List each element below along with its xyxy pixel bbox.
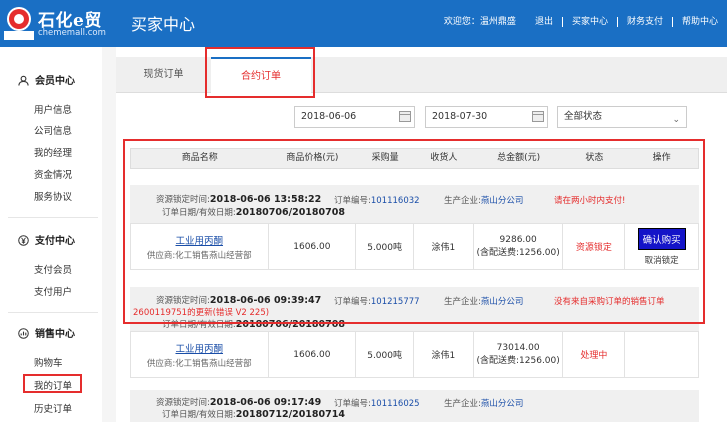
sidebar: 会员中心 用户信息 公司信息 我的经理 资金情况 服务协议 支付中心 支付会员 … [0, 47, 102, 422]
product-link[interactable]: 工业用丙酮 [176, 341, 224, 355]
user-icon [18, 75, 29, 86]
producer: 生产企业:燕山分公司 [444, 399, 524, 409]
sidebar-item-payment-member[interactable]: 支付会员 [34, 262, 72, 276]
start-date-value: 2018-06-06 [301, 111, 357, 122]
receiver-cell: 涂伟1 [414, 332, 474, 377]
calendar-icon[interactable] [399, 111, 411, 122]
product-cell: 工业用丙酮 供应商:化工销售燕山经营部 [131, 332, 269, 377]
sidebar-item-cart[interactable]: 购物车 [34, 355, 63, 369]
supplier: 供应商:化工销售燕山经营部 [146, 358, 252, 369]
sidebar-section-title: 销售中心 [35, 329, 75, 340]
buyer-center-link[interactable]: 买家中心 [563, 17, 618, 27]
sidebar-item-user-info[interactable]: 用户信息 [34, 102, 72, 116]
start-date-field[interactable]: 2018-06-06 [294, 106, 415, 128]
finance-payment-link[interactable]: 财务支付 [618, 17, 673, 27]
status-select-value: 全部状态 [564, 111, 603, 122]
help-center-link[interactable]: 帮助中心 [673, 17, 727, 27]
end-date-field[interactable]: 2018-07-30 [425, 106, 548, 128]
status-select[interactable]: 全部状态 ⌄ [557, 106, 687, 128]
delivery-fee: (含配送费:1256.00) [476, 356, 560, 366]
sidebar-item-payment-user[interactable]: 支付用户 [34, 284, 72, 298]
order-highlight [123, 139, 705, 324]
sidebar-item-service-agreement[interactable]: 服务协议 [34, 189, 72, 203]
end-date-value: 2018-07-30 [432, 111, 488, 122]
sidebar-item-history-orders[interactable]: 历史订单 [34, 401, 72, 415]
sidebar-section-payment: 支付中心 [18, 232, 75, 247]
sidebar-section-member: 会员中心 [18, 72, 75, 87]
action-cell [625, 332, 698, 377]
status-cell: 处理中 [563, 332, 626, 377]
page-title: 买家中心 [131, 15, 196, 34]
tab-spot-orders[interactable]: 现货订单 [116, 57, 211, 93]
order-dates: 订单日期/有效日期:20180712/20180714 [162, 409, 345, 420]
sidebar-item-company-info[interactable]: 公司信息 [34, 123, 72, 137]
calendar-icon[interactable] [532, 111, 544, 122]
order-number: 订单编号:101116025 [334, 399, 420, 409]
welcome-user: 欢迎您：温州鼎盛 [443, 17, 516, 27]
top-header: 石化e贸 chememall.com 买家中心 欢迎您：温州鼎盛 退出 买家中心… [0, 0, 727, 47]
chart-icon [18, 328, 29, 339]
sidebar-section-title: 会员中心 [35, 76, 75, 87]
lock-time: 资源锁定时间:2018-06-06 09:17:49 [156, 397, 322, 408]
price-cell: 1606.00 [269, 332, 357, 377]
sidebar-divider [8, 217, 98, 218]
total-cell: 73014.00 (含配送费:1256.00) [474, 332, 564, 377]
order-header: 资源锁定时间:2018-06-06 09:17:49 订单编号:10111602… [130, 390, 699, 422]
yen-icon [18, 235, 29, 246]
logo-subtitle: chememall.com [38, 28, 106, 38]
order-number-link[interactable]: 101116025 [371, 399, 420, 409]
total-amount: 73014.00 [496, 343, 540, 353]
sidebar-section-sales: 销售中心 [18, 325, 75, 340]
order-row: 工业用丙酮 供应商:化工销售燕山经营部 1606.00 5.000吨 涂伟1 7… [130, 331, 699, 378]
active-item-highlight [23, 374, 82, 393]
top-nav: 欢迎您：温州鼎盛 退出 买家中心 财务支付 帮助中心 [435, 17, 727, 27]
chevron-down-icon: ⌄ [672, 115, 680, 125]
sinopec-logo [4, 7, 34, 40]
sidebar-item-funds[interactable]: 资金情况 [34, 167, 72, 181]
producer-link[interactable]: 燕山分公司 [481, 399, 524, 409]
sidebar-item-my-manager[interactable]: 我的经理 [34, 145, 72, 159]
logout-link[interactable]: 退出 [526, 17, 563, 27]
main-content: 现货订单 合约订单 2018-06-06 2018-07-30 全部状态 ⌄ 商… [116, 47, 727, 422]
quantity-cell: 5.000吨 [356, 332, 414, 377]
sidebar-divider [8, 312, 98, 313]
sidebar-section-title: 支付中心 [35, 236, 75, 247]
active-tab-highlight [205, 47, 315, 98]
